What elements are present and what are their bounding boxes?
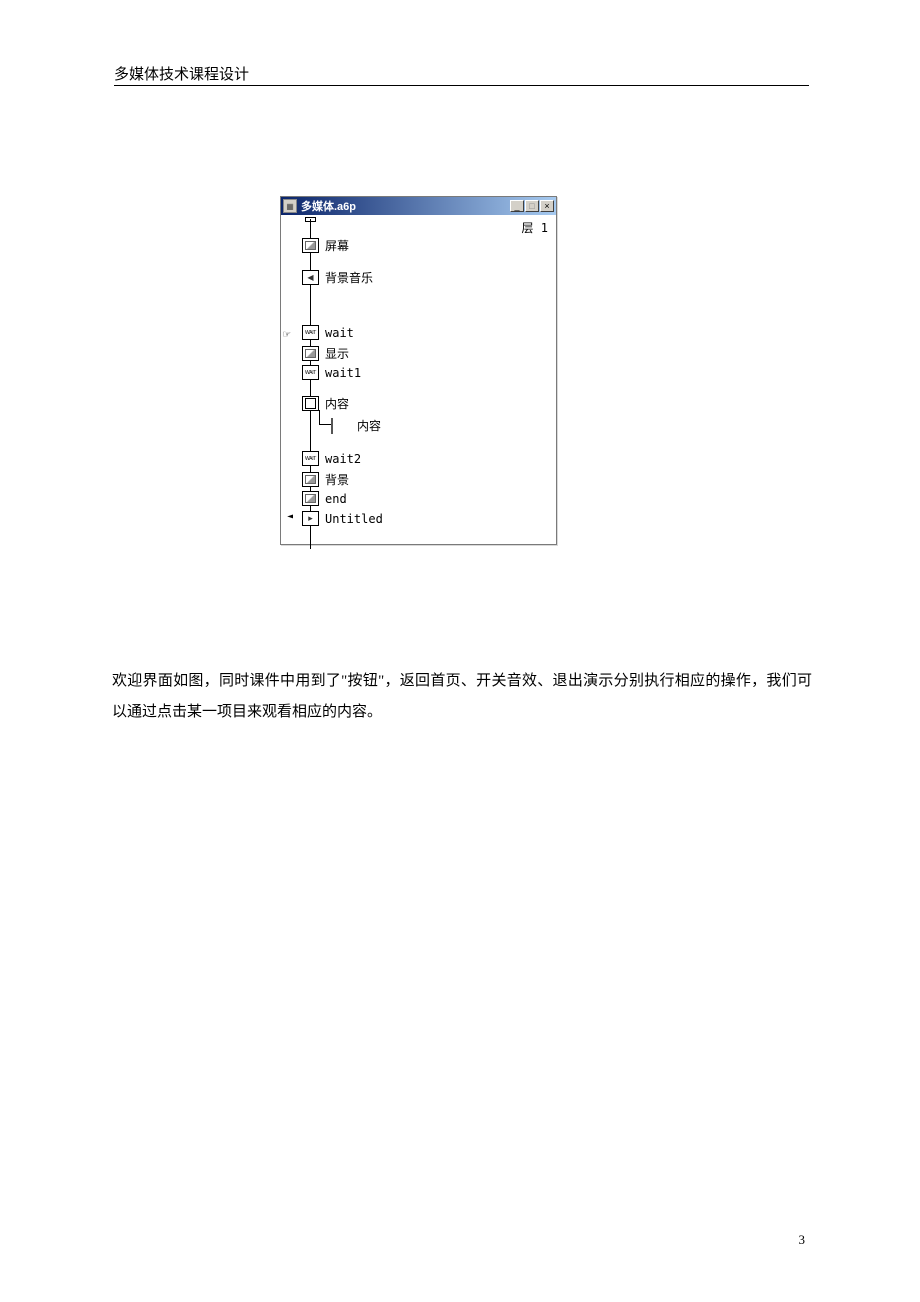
node-label: 背景音乐	[325, 269, 373, 286]
node-label: wait1	[325, 366, 361, 380]
window-title: 多媒体.a6p	[301, 198, 356, 214]
node-display-end[interactable]: end	[302, 491, 347, 506]
node-map-sub[interactable]: 内容	[331, 417, 381, 434]
navigate-arrow-icon: ◄	[287, 511, 293, 522]
page-number: 3	[799, 1232, 806, 1248]
connector	[319, 410, 320, 424]
framework-icon	[302, 396, 319, 411]
node-label: 背景	[325, 471, 349, 488]
node-navigate[interactable]: Untitled	[302, 511, 383, 526]
wait-icon: WAIT	[302, 451, 319, 466]
header-underline	[114, 85, 809, 86]
node-label: wait2	[325, 452, 361, 466]
display-icon	[302, 346, 319, 361]
node-label: wait	[325, 326, 354, 340]
wait-icon: WAIT	[302, 325, 319, 340]
node-display-bg[interactable]: 背景	[302, 471, 349, 488]
body-paragraph: 欢迎界面如图，同时课件中用到了"按钮"，返回首页、开关音效、退出演示分别执行相应…	[112, 666, 812, 728]
node-label: 屏幕	[325, 237, 349, 254]
page-header: 多媒体技术课程设计	[114, 63, 249, 84]
map-icon	[331, 419, 333, 433]
minimize-button[interactable]: _	[510, 200, 524, 212]
node-display-screen[interactable]: 屏幕	[302, 237, 349, 254]
window-controls: _ □ ×	[510, 200, 554, 212]
node-wait[interactable]: WAIT wait	[302, 325, 354, 340]
node-wait2[interactable]: WAIT wait2	[302, 451, 361, 466]
node-sound[interactable]: 背景音乐	[302, 269, 373, 286]
titlebar[interactable]: ▦ 多媒体.a6p _ □ ×	[281, 197, 556, 215]
titlebar-left: ▦ 多媒体.a6p	[283, 198, 356, 214]
sound-icon	[302, 270, 319, 285]
connector	[319, 424, 331, 425]
maximize-button[interactable]: □	[525, 200, 539, 212]
flowline-area: 层 1 ☞ 屏幕 背景音乐 WAIT wait 显示 WAIT wait1 内容	[281, 215, 556, 544]
node-label: 内容	[357, 417, 381, 434]
app-icon: ▦	[283, 199, 297, 213]
node-wait1[interactable]: WAIT wait1	[302, 365, 361, 380]
node-label: 显示	[325, 345, 349, 362]
node-display-show[interactable]: 显示	[302, 345, 349, 362]
node-framework[interactable]: 内容	[302, 395, 349, 412]
layer-label: 层 1	[522, 219, 548, 236]
display-icon	[302, 238, 319, 253]
node-label: Untitled	[325, 512, 383, 526]
node-label: end	[325, 492, 347, 506]
display-icon	[302, 472, 319, 487]
node-label: 内容	[325, 395, 349, 412]
hand-pointer-icon: ☞	[283, 327, 290, 341]
close-button[interactable]: ×	[540, 200, 554, 212]
display-icon	[302, 491, 319, 506]
wait-icon: WAIT	[302, 365, 319, 380]
navigate-icon	[302, 511, 319, 526]
authorware-window: ▦ 多媒体.a6p _ □ × 层 1 ☞ 屏幕 背景音乐 WAIT wait …	[280, 196, 557, 545]
